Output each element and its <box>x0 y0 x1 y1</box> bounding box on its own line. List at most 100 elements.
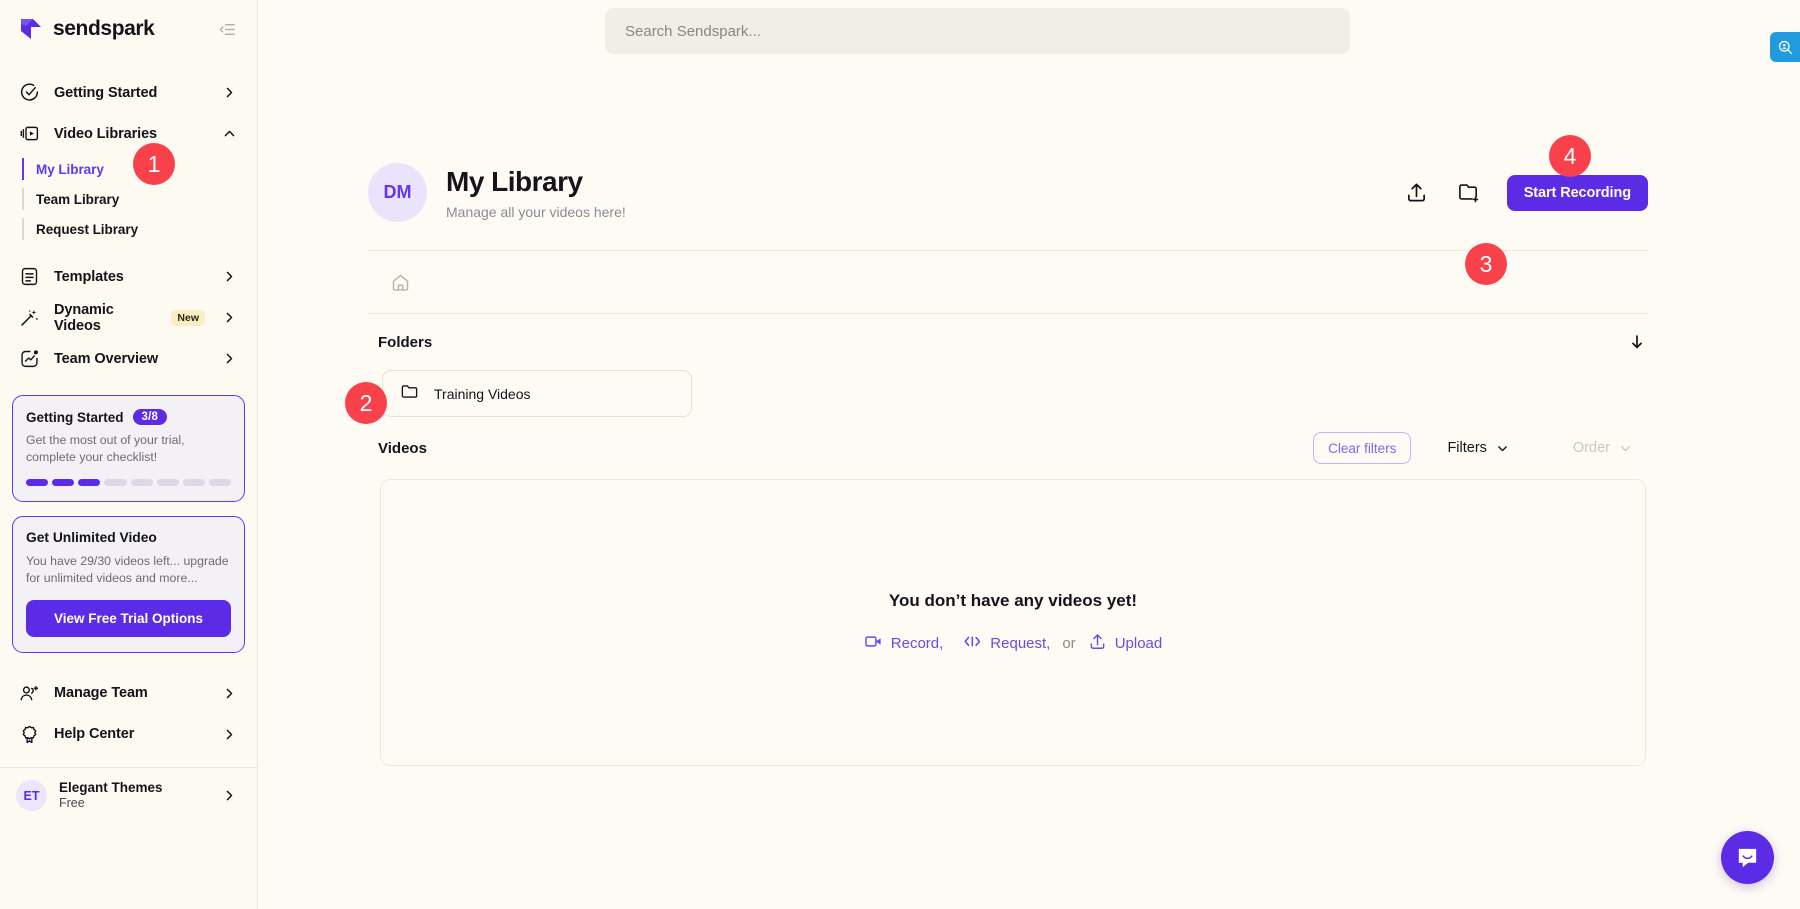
filters-dropdown[interactable]: Filters <box>1433 440 1522 456</box>
view-free-trial-options-button[interactable]: View Free Trial Options <box>26 600 231 637</box>
account-plan: Free <box>59 795 209 811</box>
account-text: Elegant Themes Free <box>59 780 209 812</box>
breadcrumb <box>368 251 1648 313</box>
badge-award-icon <box>18 723 40 745</box>
progress-segment <box>183 479 205 486</box>
page-title: My Library <box>446 165 626 199</box>
annotation-marker-2: 2 <box>345 382 387 424</box>
chevron-right-icon <box>221 685 237 701</box>
chevron-up-icon <box>221 126 237 142</box>
empty-state-actions: Record, Request, or <box>864 632 1162 655</box>
chat-bubble-icon[interactable] <box>1721 831 1774 884</box>
annotation-marker-4: 4 <box>1549 135 1591 177</box>
code-arrows-icon <box>963 632 982 655</box>
video-libraries-sublist: My Library Team Library Request Library <box>0 154 257 244</box>
sidebar-item-manage-team[interactable]: Manage Team <box>0 673 257 714</box>
sidebar-item-label: Getting Started <box>54 85 207 101</box>
checklist-description: Get the most out of your trial, complete… <box>26 432 231 467</box>
document-icon <box>18 266 40 288</box>
folder-plus-icon[interactable] <box>1455 179 1483 207</box>
brand-name: sendspark <box>53 17 154 41</box>
header-actions: Start Recording <box>1403 175 1648 211</box>
progress-segment <box>157 479 179 486</box>
arrow-down-icon[interactable] <box>1628 333 1646 351</box>
start-recording-button[interactable]: Start Recording <box>1507 175 1648 211</box>
sidebar-item-templates[interactable]: Templates <box>0 256 257 297</box>
order-dropdown[interactable]: Order <box>1559 440 1646 456</box>
record-label: Record, <box>891 635 944 652</box>
getting-started-checklist-card[interactable]: Getting Started 3/8 Get the most out of … <box>12 395 245 502</box>
sidebar: sendspark Getting Started <box>0 0 258 909</box>
sidebar-item-request-library[interactable]: Request Library <box>0 214 257 244</box>
search-input[interactable] <box>605 8 1350 54</box>
brand-logo[interactable]: sendspark <box>18 16 154 42</box>
sidebar-subitem-label: Team Library <box>36 192 119 207</box>
account-avatar: ET <box>16 780 47 811</box>
new-badge: New <box>171 310 205 326</box>
sidebar-nav: Getting Started Video Libraries <box>0 58 257 379</box>
sidebar-item-label: Templates <box>54 269 207 285</box>
sidebar-nav-bottom: Manage Team Help Center <box>0 673 257 755</box>
record-action[interactable]: Record, <box>864 632 944 655</box>
home-icon[interactable] <box>390 272 411 293</box>
sidebar-item-my-library[interactable]: My Library <box>0 154 257 184</box>
collapse-sidebar-icon[interactable] <box>215 17 239 41</box>
sidebar-item-label: Manage Team <box>54 685 207 701</box>
clear-filters-button[interactable]: Clear filters <box>1313 432 1411 464</box>
sidebar-item-team-library[interactable]: Team Library <box>0 184 257 214</box>
chevron-right-icon <box>221 351 237 367</box>
magic-wand-icon <box>18 307 40 329</box>
video-camera-icon <box>864 632 883 655</box>
chevron-right-icon <box>221 269 237 285</box>
filters-label: Filters <box>1447 440 1486 456</box>
videos-heading: Videos <box>378 440 427 457</box>
sidebar-item-help-center[interactable]: Help Center <box>0 714 257 755</box>
sidebar-item-team-overview[interactable]: Team Overview <box>0 338 257 379</box>
library-header: DM My Library Manage all your videos her… <box>368 58 1648 250</box>
app-root: sendspark Getting Started <box>0 0 1800 909</box>
progress-segment <box>104 479 126 486</box>
chevron-right-icon <box>221 788 237 804</box>
folders-section-header: Folders <box>368 314 1648 370</box>
empty-state-title: You don’t have any videos yet! <box>889 591 1137 611</box>
library-avatar: DM <box>368 163 427 222</box>
filter-controls: Clear filters Filters Order <box>1313 432 1646 464</box>
request-action[interactable]: Request, <box>963 632 1050 655</box>
progress-segment <box>26 479 48 486</box>
annotation-marker-1: 1 <box>133 143 175 185</box>
upload-action[interactable]: Upload <box>1088 632 1163 655</box>
sidebar-subitem-label: My Library <box>36 162 104 177</box>
chevron-right-icon <box>221 726 237 742</box>
unlimited-video-card: Get Unlimited Video You have 29/30 video… <box>12 516 245 653</box>
sidebar-item-label: Dynamic Videos <box>54 302 157 334</box>
content-region: DM My Library Manage all your videos her… <box>258 58 1800 909</box>
top-bar <box>258 0 1800 58</box>
library-title-block: My Library Manage all your videos here! <box>446 165 626 220</box>
chart-frame-icon <box>18 348 40 370</box>
folder-card[interactable]: Training Videos <box>382 370 692 417</box>
sidebar-subitem-label: Request Library <box>36 222 138 237</box>
sidebar-item-label: Team Overview <box>54 351 207 367</box>
progress-segment <box>78 479 100 486</box>
people-add-icon <box>18 682 40 704</box>
annotation-marker-3: 3 <box>1465 243 1507 285</box>
account-switcher[interactable]: ET Elegant Themes Free <box>0 768 257 824</box>
checklist-header: Getting Started 3/8 <box>26 409 231 425</box>
upload-icon[interactable] <box>1403 179 1431 207</box>
check-circle-icon <box>18 82 40 104</box>
page-subtitle: Manage all your videos here! <box>446 204 626 220</box>
progress-segment <box>131 479 153 486</box>
folders-heading: Folders <box>378 334 432 351</box>
sidebar-promos: Getting Started 3/8 Get the most out of … <box>0 379 257 667</box>
videos-empty-state: You don’t have any videos yet! Record, <box>380 479 1646 766</box>
checklist-progress-pill: 3/8 <box>133 409 168 425</box>
request-label: Request, <box>990 635 1050 652</box>
checklist-title: Getting Started <box>26 410 124 425</box>
chevron-right-icon <box>221 85 237 101</box>
sidebar-item-video-libraries[interactable]: Video Libraries <box>0 113 257 154</box>
sendspark-logo-icon <box>18 16 44 42</box>
sidebar-item-dynamic-videos[interactable]: Dynamic Videos New <box>0 297 257 338</box>
video-library-icon <box>18 123 40 145</box>
upload-icon <box>1088 632 1107 655</box>
sidebar-item-getting-started[interactable]: Getting Started <box>0 72 257 113</box>
